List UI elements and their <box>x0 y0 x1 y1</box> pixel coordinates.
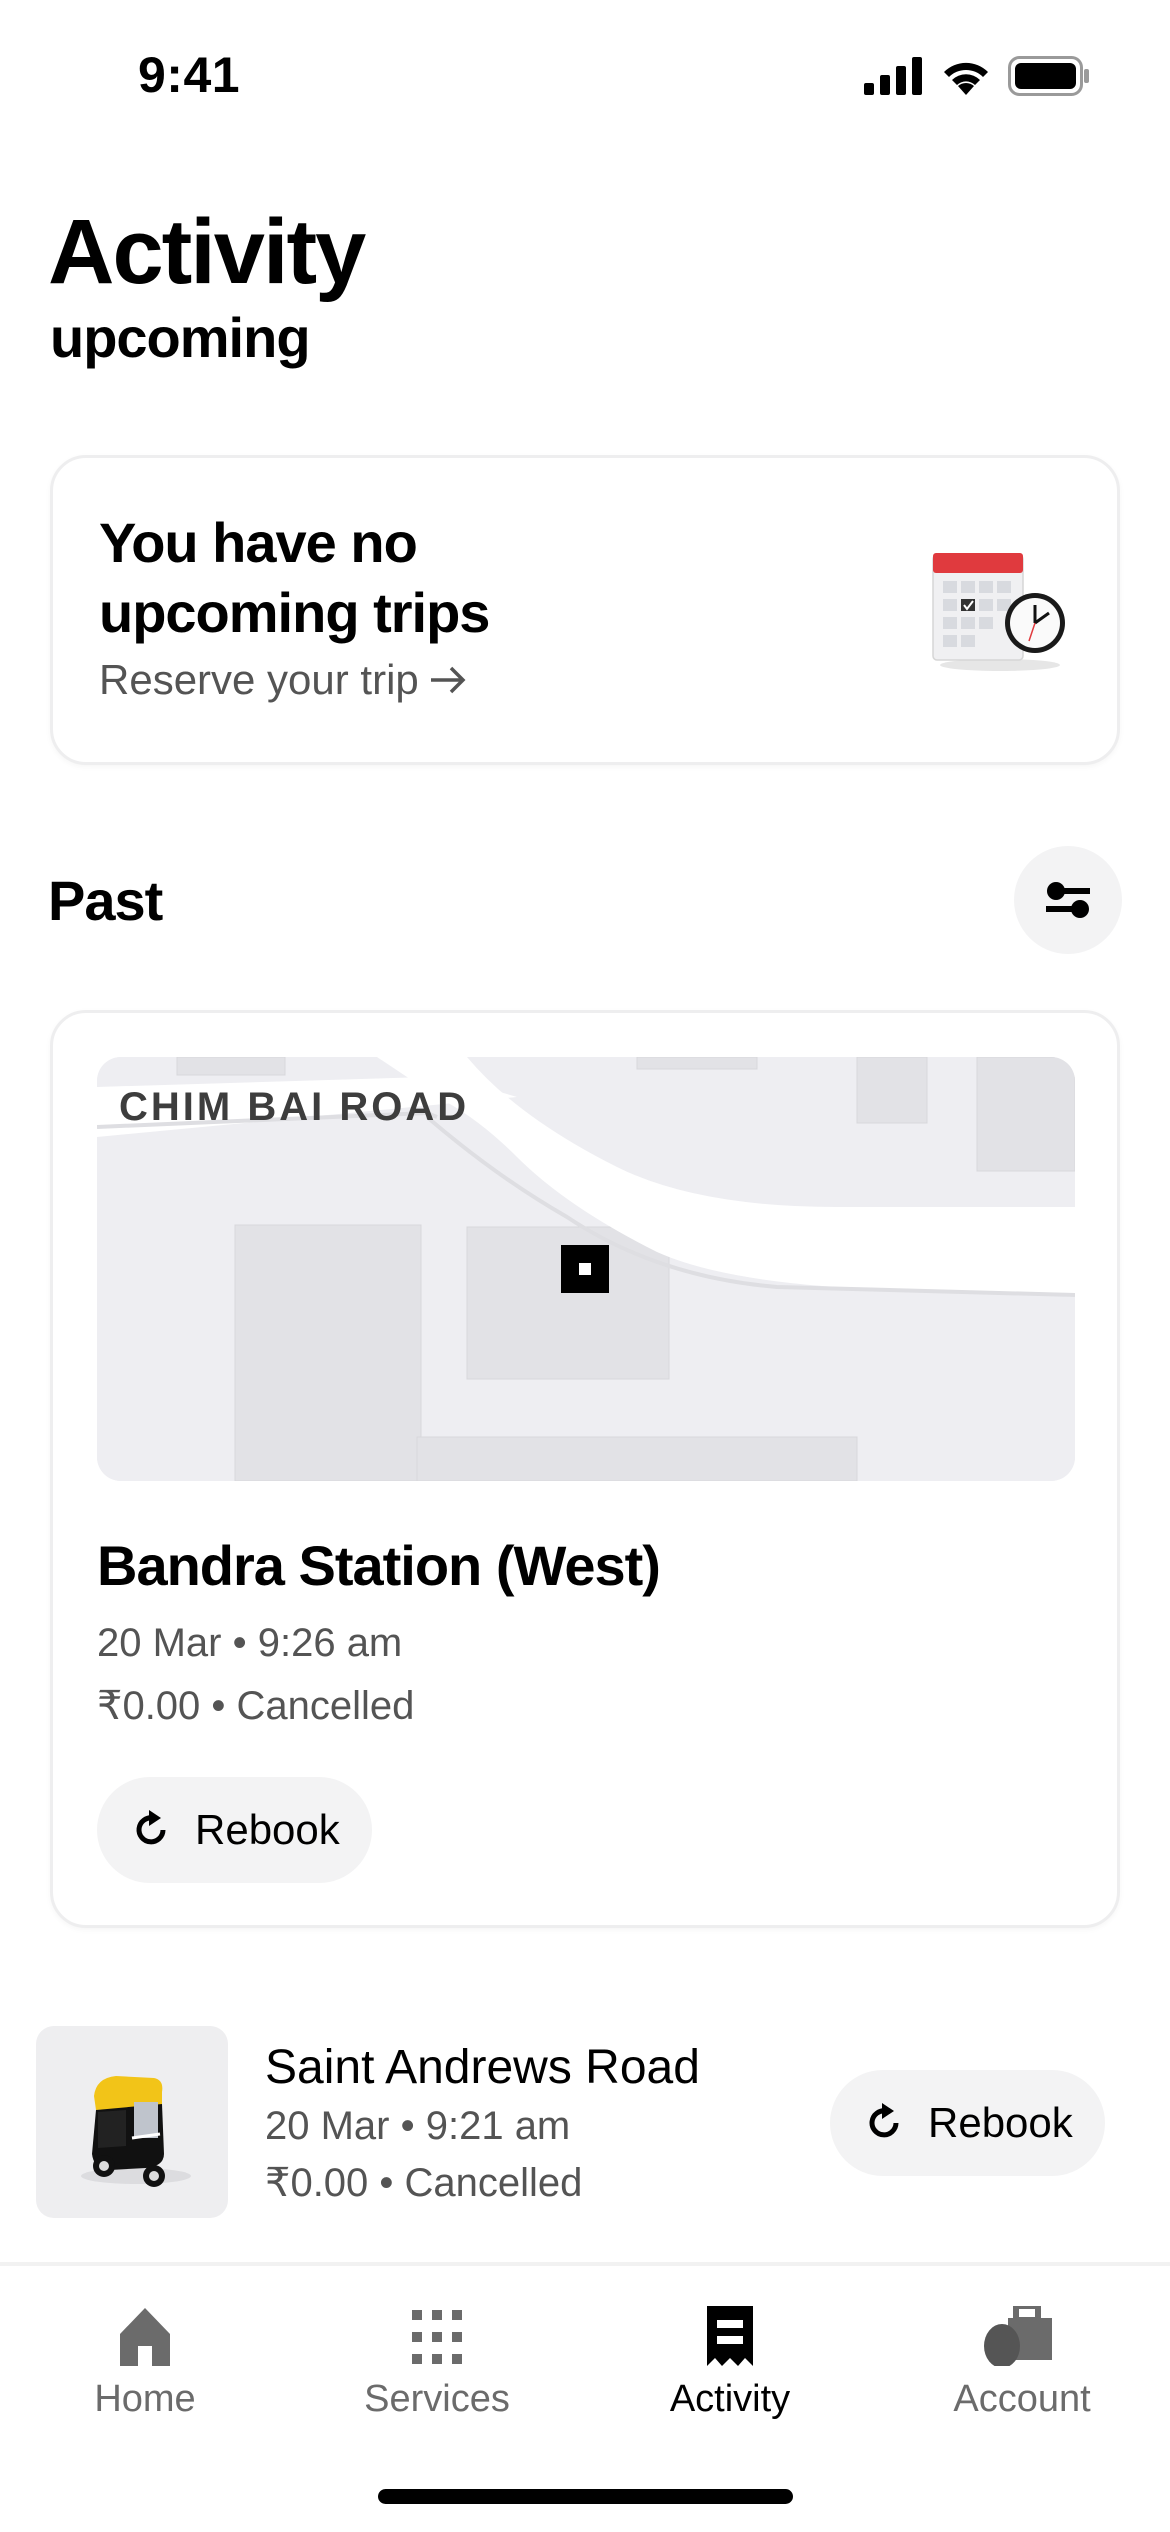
trip-map[interactable]: CHIM BAI ROAD <box>97 1057 1075 1481</box>
tab-account-label: Account <box>953 2378 1091 2420</box>
battery-icon <box>1008 56 1089 96</box>
past-heading: Past <box>48 869 163 932</box>
home-indicator <box>378 2489 793 2504</box>
reserve-trip-label: Reserve your trip <box>99 656 419 703</box>
trip-datetime: 20 Mar • 9:26 am <box>97 1621 403 1665</box>
auto-rickshaw-icon <box>81 2076 191 2187</box>
trip-destination: Saint Andrews Road <box>265 2041 700 2094</box>
grid-icon <box>412 2310 462 2364</box>
reserve-trip-link[interactable]: Reserve your trip <box>99 656 469 704</box>
tab-home-label: Home <box>94 2378 196 2420</box>
rebook-button[interactable]: Rebook <box>97 1777 372 1883</box>
arrow-right-icon <box>430 666 466 694</box>
rebook-label: Rebook <box>195 1806 340 1853</box>
trip-datetime: 20 Mar • 9:21 am <box>265 2104 571 2148</box>
filter-button[interactable] <box>1014 846 1122 954</box>
map-pin-icon <box>561 1245 609 1293</box>
trip-fare-status: ₹0.00 • Cancelled <box>97 1684 415 1728</box>
rebook-label: Rebook <box>928 2099 1073 2146</box>
tab-activity[interactable]: Activity <box>630 2306 830 2421</box>
no-upcoming-trips-title: You have no upcoming trips <box>99 511 490 644</box>
status-time: 9:41 <box>138 47 241 103</box>
tab-services-label: Services <box>364 2378 510 2420</box>
tab-activity-label: Activity <box>669 2378 791 2420</box>
map-road-label: CHIM BAI ROAD <box>119 1085 470 1129</box>
rebook-icon <box>136 1810 166 1845</box>
past-trip-card[interactable]: CHIM BAI ROAD Bandra Station (West) 20 M… <box>50 1010 1120 1928</box>
page-title: Activity <box>48 201 366 303</box>
receipt-icon <box>707 2306 753 2366</box>
home-icon <box>120 2308 170 2366</box>
tab-account[interactable]: Account <box>922 2306 1122 2421</box>
status-icons <box>864 56 1090 96</box>
rebook-button[interactable]: Rebook <box>830 2070 1105 2176</box>
cellular-signal-icon <box>864 57 922 95</box>
upcoming-trips-card[interactable]: You have no upcoming trips Reserve your … <box>50 455 1120 765</box>
rebook-icon <box>869 2103 899 2138</box>
trip-destination: Bandra Station (West) <box>97 1534 661 1597</box>
tab-services[interactable]: Services <box>337 2306 537 2421</box>
account-icon <box>984 2306 1052 2366</box>
trip-fare-status: ₹0.00 • Cancelled <box>265 2161 583 2205</box>
section-upcoming-heading: upcoming <box>50 306 311 369</box>
calendar-clock-illustration <box>932 553 1065 671</box>
wifi-icon <box>944 62 988 95</box>
filter-sliders-icon <box>1046 882 1090 918</box>
vehicle-thumbnail <box>36 2026 228 2218</box>
tab-home[interactable]: Home <box>45 2306 245 2421</box>
